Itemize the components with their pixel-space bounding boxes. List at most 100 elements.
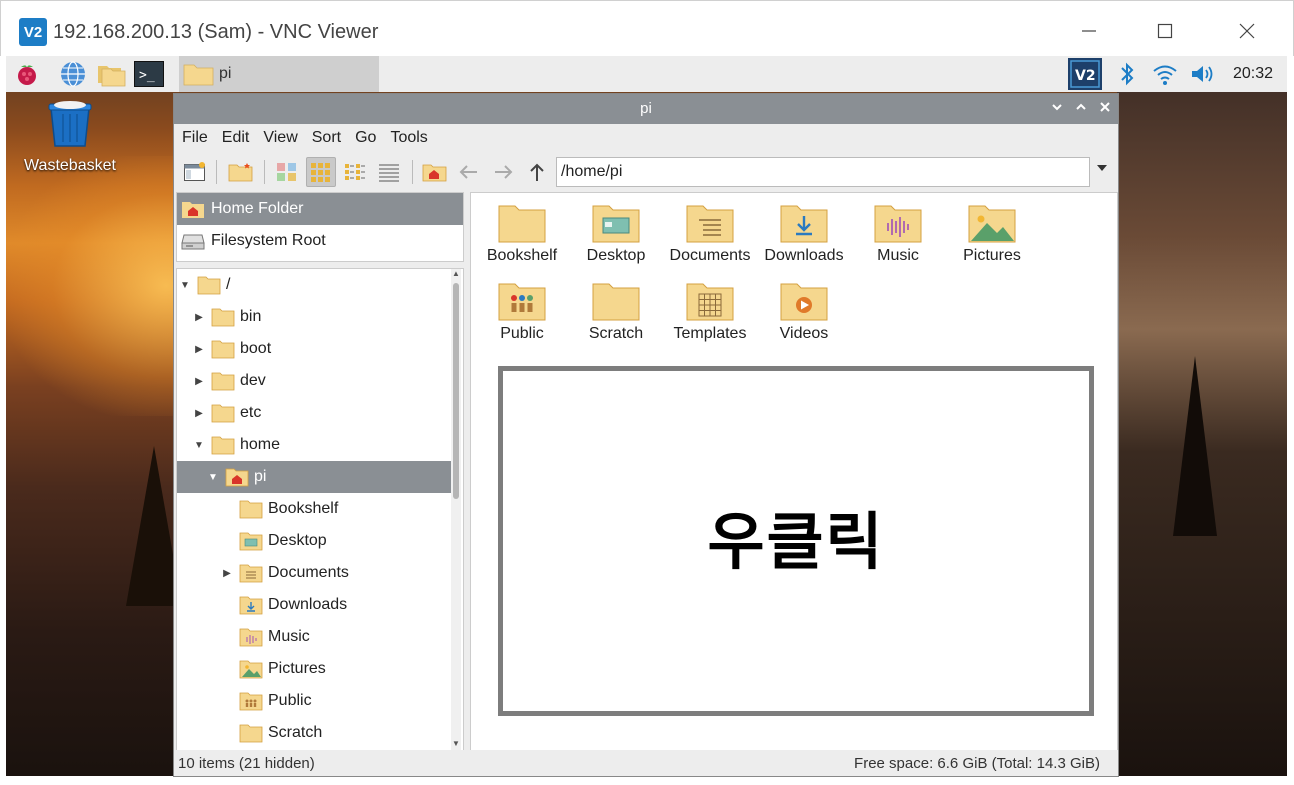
up-button[interactable] bbox=[522, 157, 552, 187]
tree-item-downloads[interactable]: Downloads bbox=[177, 589, 451, 621]
fm-titlebar[interactable]: pi bbox=[174, 94, 1118, 124]
tree-item-bookshelf[interactable]: Bookshelf bbox=[177, 493, 451, 525]
folder-item-music[interactable]: Music bbox=[851, 203, 945, 265]
scrollbar-thumb[interactable] bbox=[453, 283, 459, 499]
home-button[interactable] bbox=[420, 157, 450, 187]
tree-item-documents[interactable]: ▶ Documents bbox=[177, 557, 451, 589]
menubar: File Edit View Sort Go Tools bbox=[174, 124, 1118, 152]
menu-go[interactable]: Go bbox=[355, 129, 376, 147]
file-manager-button[interactable] bbox=[96, 60, 126, 88]
vnc-server-button[interactable]: V2 bbox=[1068, 58, 1102, 90]
collapsed-arrow-icon[interactable]: ▶ bbox=[221, 568, 233, 579]
expanded-arrow-icon[interactable]: ▼ bbox=[193, 440, 205, 451]
terminal-button[interactable]: >_ bbox=[134, 60, 164, 88]
volume-icon bbox=[1192, 66, 1213, 82]
new-folder-button[interactable] bbox=[226, 157, 256, 187]
folder-item-documents[interactable]: Documents bbox=[663, 203, 757, 265]
collapsed-arrow-icon[interactable]: ▶ bbox=[193, 344, 205, 355]
menu-file[interactable]: File bbox=[182, 129, 208, 147]
folder-icon bbox=[211, 404, 235, 423]
view-thumbnails-button[interactable] bbox=[272, 157, 302, 187]
home-icon bbox=[182, 202, 204, 218]
music-folder-icon bbox=[874, 205, 922, 243]
path-input[interactable] bbox=[556, 157, 1090, 187]
fm-maximize-button[interactable] bbox=[1072, 100, 1090, 118]
vnc-icon: V2 bbox=[1070, 60, 1100, 88]
volume-button[interactable] bbox=[1188, 60, 1218, 88]
new-window-button[interactable] bbox=[180, 157, 210, 187]
tree-item-bin[interactable]: ▶ bin bbox=[177, 301, 451, 333]
item-label: Bookshelf bbox=[486, 247, 558, 264]
view-list-button[interactable] bbox=[374, 157, 404, 187]
folder-item-templates[interactable]: Templates bbox=[663, 281, 757, 343]
folder-item-videos[interactable]: Videos bbox=[757, 281, 851, 343]
forward-button[interactable] bbox=[488, 157, 518, 187]
collapsed-arrow-icon[interactable]: ▶ bbox=[193, 408, 205, 419]
tree-item-boot[interactable]: ▶ boot bbox=[177, 333, 451, 365]
minimize-button[interactable] bbox=[1069, 11, 1109, 51]
folder-item-pictures[interactable]: Pictures bbox=[945, 203, 1039, 265]
view-compact-button[interactable] bbox=[340, 157, 370, 187]
templates-folder-icon bbox=[686, 283, 734, 321]
place-filesystem-root[interactable]: Filesystem Root bbox=[177, 225, 463, 257]
tree-item-pictures[interactable]: Pictures bbox=[177, 653, 451, 685]
pictures-folder-icon bbox=[239, 660, 263, 679]
menu-edit[interactable]: Edit bbox=[222, 129, 250, 147]
folder-item-scratch[interactable]: Scratch bbox=[569, 281, 663, 343]
folder-icon bbox=[211, 372, 235, 391]
terminal-icon: >_ bbox=[134, 61, 164, 87]
tree-item-scratch[interactable]: Scratch bbox=[177, 717, 451, 749]
globe-icon bbox=[61, 61, 85, 87]
collapsed-arrow-icon[interactable]: ▶ bbox=[193, 376, 205, 387]
wifi-button[interactable] bbox=[1150, 60, 1180, 88]
expanded-arrow-icon[interactable]: ▼ bbox=[207, 472, 219, 483]
item-label: Public bbox=[500, 325, 544, 342]
view-icons-button[interactable] bbox=[306, 157, 336, 187]
menu-tools[interactable]: Tools bbox=[390, 129, 427, 147]
wastebasket-desktop-icon[interactable]: Wastebasket bbox=[20, 100, 120, 175]
tree-item-public[interactable]: Public bbox=[177, 685, 451, 717]
place-home-folder[interactable]: Home Folder bbox=[177, 193, 463, 225]
back-button[interactable] bbox=[454, 157, 484, 187]
tree-item-home[interactable]: ▼ home bbox=[177, 429, 451, 461]
directory-tree: ▼ / ▶ bin ▶ boot ▶ dev ▶ etc ▼ home ▼ pi… bbox=[176, 268, 464, 752]
toolbar bbox=[174, 152, 1118, 190]
fm-minimize-button[interactable] bbox=[1048, 100, 1066, 118]
folder-item-public[interactable]: Public bbox=[475, 281, 569, 343]
scroll-up-icon[interactable]: ▲ bbox=[451, 269, 461, 281]
folder-item-desktop[interactable]: Desktop bbox=[569, 203, 663, 265]
clock[interactable]: 20:32 bbox=[1233, 65, 1273, 83]
browser-button[interactable] bbox=[58, 60, 88, 88]
close-icon bbox=[1239, 23, 1255, 39]
fm-close-button[interactable] bbox=[1096, 100, 1114, 118]
taskbar: >_ pi V2 20:32 bbox=[6, 56, 1287, 92]
window-title: 192.168.200.13 (Sam) - VNC Viewer bbox=[53, 21, 379, 43]
menu-sort[interactable]: Sort bbox=[312, 129, 341, 147]
menu-view[interactable]: View bbox=[263, 129, 297, 147]
bluetooth-button[interactable] bbox=[1112, 60, 1142, 88]
tree-scrollbar[interactable]: ▲ ▼ bbox=[451, 269, 461, 751]
tree-item-root[interactable]: ▼ / bbox=[177, 269, 451, 301]
caret-down-icon bbox=[1097, 165, 1107, 171]
tree-item-desktop[interactable]: Desktop bbox=[177, 525, 451, 557]
raspberry-menu-button[interactable] bbox=[12, 60, 42, 88]
minimize-icon bbox=[1082, 30, 1096, 32]
item-label: Documents bbox=[669, 247, 751, 264]
wastebasket-label: Wastebasket bbox=[24, 157, 116, 174]
folder-icon bbox=[183, 64, 214, 86]
folder-item-bookshelf[interactable]: Bookshelf bbox=[475, 203, 569, 265]
taskbar-window-pi[interactable]: pi bbox=[179, 56, 379, 92]
folder-item-downloads[interactable]: Downloads bbox=[757, 203, 851, 265]
folder-icon bbox=[239, 500, 263, 519]
arrow-right-icon bbox=[495, 165, 513, 179]
tree-item-etc[interactable]: ▶ etc bbox=[177, 397, 451, 429]
expanded-arrow-icon[interactable]: ▼ bbox=[179, 280, 191, 291]
tree-item-dev[interactable]: ▶ dev bbox=[177, 365, 451, 397]
close-button[interactable] bbox=[1227, 11, 1267, 51]
tree-item-pi[interactable]: ▼ pi bbox=[177, 461, 451, 493]
videos-folder-icon bbox=[780, 283, 828, 321]
tree-item-music[interactable]: Music bbox=[177, 621, 451, 653]
path-history-dropdown[interactable] bbox=[1092, 163, 1112, 183]
collapsed-arrow-icon[interactable]: ▶ bbox=[193, 312, 205, 323]
maximize-button[interactable] bbox=[1145, 11, 1185, 51]
